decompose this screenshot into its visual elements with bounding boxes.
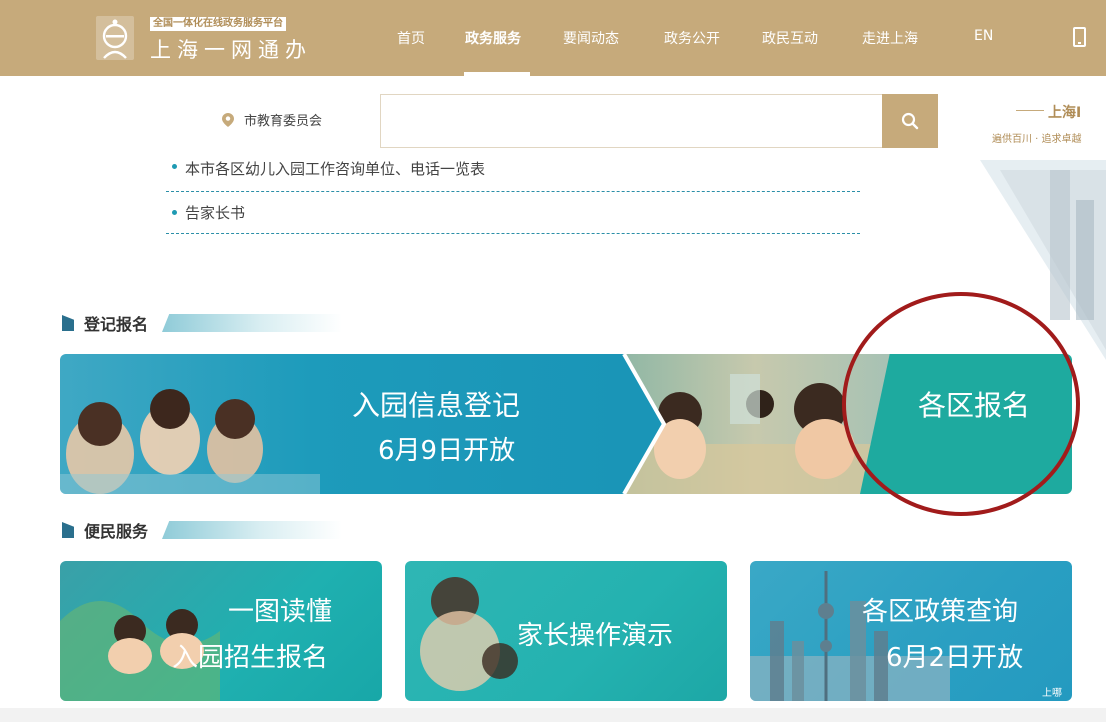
district-registration-label[interactable]: 各区报名 (918, 384, 1030, 424)
card-subtitle: 入园招生报名 (172, 643, 329, 673)
bottom-scroll-strip (0, 708, 1106, 722)
nav-public-info[interactable]: 政务公开 (664, 28, 720, 48)
location-pin-icon (222, 112, 234, 127)
mobile-icon[interactable] (1073, 27, 1086, 47)
list-item[interactable]: 本市各区幼儿入园工作咨询单位、电话一览表 (166, 152, 860, 192)
nav-news[interactable]: 要闻动态 (563, 28, 619, 48)
banner-arrow-icon (606, 354, 666, 494)
promo-subtitle: 遍供百川 · 追求卓越 (992, 134, 1082, 145)
search-input[interactable] (380, 94, 882, 148)
card-title: 一图读懂 (228, 597, 333, 627)
background-skyline-decoration (980, 160, 1106, 360)
list-item-label[interactable]: 告家长书 (185, 202, 245, 223)
nav-interaction[interactable]: 政民互动 (762, 28, 818, 48)
service-card-guide[interactable]: 一图读懂 入园招生报名 (60, 561, 382, 701)
banner-title[interactable]: 入园信息登记 (352, 384, 520, 424)
location-label: 市教育委员会 (244, 114, 323, 129)
service-card-demo[interactable]: 家长操作演示 (405, 561, 727, 701)
bullet-icon (172, 164, 177, 169)
nav-government-services[interactable]: 政务服务 (465, 28, 521, 48)
search-button[interactable] (882, 94, 938, 148)
section-marker-icon (62, 522, 74, 538)
site-name[interactable]: 上海一网通办 (150, 36, 312, 64)
section-header-register: 登记报名 (62, 311, 343, 335)
card-title: 家长操作演示 (517, 621, 674, 651)
promo-title: 上海I (1048, 105, 1082, 121)
nav-about-shanghai[interactable]: 走进上海 (862, 28, 918, 48)
district-registration-button[interactable] (860, 354, 1072, 494)
card-subtitle: 6月2日开放 (886, 643, 1024, 673)
logo-icon[interactable] (96, 16, 134, 60)
location-selector[interactable]: 市教育委员会 (222, 110, 322, 129)
side-promo[interactable]: 上海I 遍供百川 · 追求卓越 (992, 100, 1106, 152)
section-title: 登记报名 (84, 315, 149, 334)
section-decor-bar (162, 521, 343, 539)
top-header: 全国一体化在线政务服务平台 上海一网通办 首页 政务服务 要闻动态 政务公开 政… (0, 0, 1106, 76)
city-skyline-illustration (750, 571, 950, 701)
platform-tagline: 全国一体化在线政务服务平台 (150, 17, 286, 31)
nav-english[interactable]: EN (974, 28, 993, 44)
banner-register-panel[interactable] (60, 354, 620, 494)
promo-divider (1016, 110, 1044, 111)
children-illustration (60, 389, 320, 494)
list-item-label[interactable]: 本市各区幼儿入园工作咨询单位、电话一览表 (185, 158, 485, 179)
search-icon (901, 112, 919, 130)
nav-active-indicator (464, 72, 530, 76)
card-title: 各区政策查询 (862, 597, 1019, 627)
document-list: 本市各区幼儿入园工作咨询单位、电话一览表 告家长书 (166, 152, 860, 234)
banner-subtitle[interactable]: 6月9日开放 (378, 430, 515, 467)
section-marker-icon (62, 315, 74, 331)
nav-home[interactable]: 首页 (397, 28, 425, 48)
section-header-services: 便民服务 (62, 518, 343, 542)
bullet-icon (172, 210, 177, 215)
section-title: 便民服务 (84, 522, 149, 541)
corner-label: 上哪 (1042, 688, 1062, 699)
service-card-policy[interactable]: 各区政策查询 6月2日开放 (750, 561, 1072, 701)
registration-banner[interactable] (60, 354, 1072, 494)
kids-illustration (60, 601, 220, 701)
list-item[interactable]: 告家长书 (166, 192, 860, 234)
section-decor-bar (162, 314, 343, 332)
